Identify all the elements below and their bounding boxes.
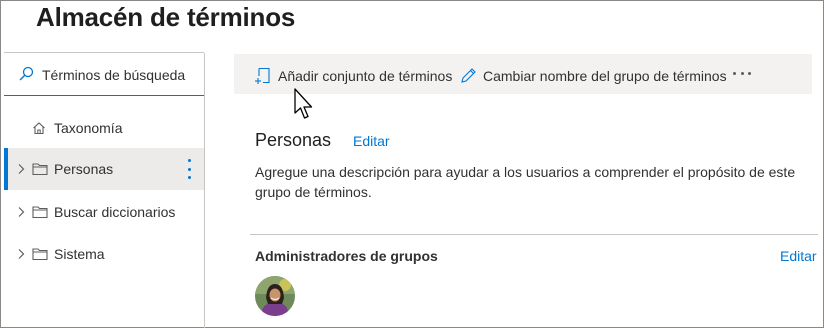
mouse-cursor-icon [293,88,315,122]
folder-icon [32,205,48,219]
nav-item-buscar-diccionarios[interactable]: Buscar diccionarios [4,191,204,233]
nav-item-label: Buscar diccionarios [54,204,176,220]
add-document-icon [254,67,272,85]
term-group-title: Personas [255,130,332,150]
home-icon [32,121,48,135]
group-admins-title: Administradores de grupos [255,248,438,264]
nav-item-label: Taxonomía [54,120,123,136]
folder-icon [32,162,48,176]
add-term-set-label: Añadir conjunto de términos [278,68,453,84]
rename-group-button[interactable]: Cambiar nombre del grupo de términos [459,56,727,96]
more-options-icon[interactable] [186,159,192,179]
nav-item-personas[interactable]: Personas [4,148,204,190]
search-underline [4,95,204,96]
avatar[interactable] [255,276,295,316]
search-icon [18,66,34,85]
chevron-right-icon[interactable] [16,206,32,218]
group-description: Agregue una descripción para ayudar a lo… [255,164,796,200]
chevron-right-icon[interactable] [16,163,32,175]
page-title: Almacén de términos [36,2,296,32]
nav-item-sistema[interactable]: Sistema [4,233,204,275]
more-commands-icon[interactable] [733,72,751,76]
edit-admins-link[interactable]: Editar [780,248,817,264]
pencil-icon [459,67,477,85]
chevron-right-icon[interactable] [16,248,32,260]
search-box[interactable]: Términos de búsqueda [18,64,204,86]
edit-group-link[interactable]: Editar [353,133,390,149]
nav-item-label: Sistema [54,246,105,262]
nav-item-taxonomia[interactable]: Taxonomía [4,107,204,149]
search-input[interactable]: Términos de búsqueda [42,67,185,83]
folder-icon [32,247,48,261]
selection-indicator [4,148,8,190]
nav-item-label: Personas [54,161,114,177]
rename-group-label: Cambiar nombre del grupo de términos [483,68,727,84]
add-term-set-button[interactable]: Añadir conjunto de términos [254,56,452,96]
section-divider [250,234,818,235]
